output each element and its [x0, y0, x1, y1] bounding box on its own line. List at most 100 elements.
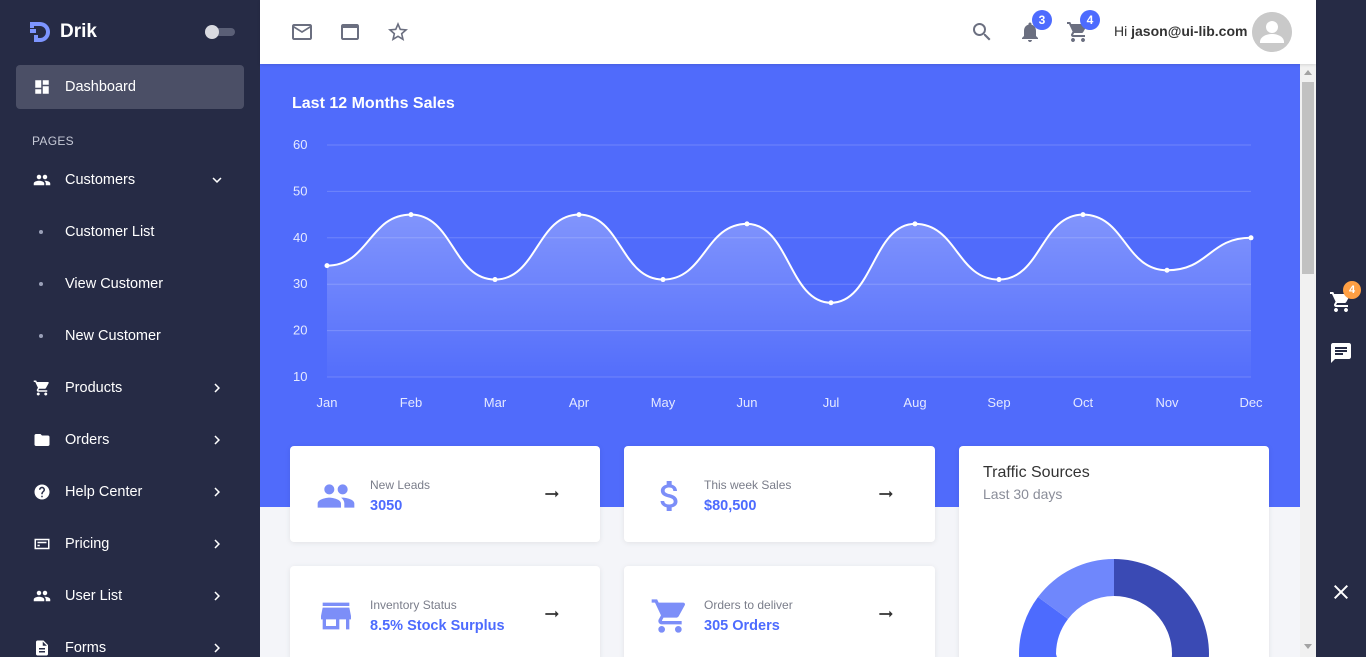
x-tick-label: Dec [1239, 395, 1263, 410]
x-tick-label: Nov [1155, 395, 1179, 410]
drik-logo-icon [30, 22, 50, 42]
web-asset-icon[interactable] [338, 20, 362, 44]
bullet-icon [39, 334, 43, 338]
people-icon [316, 476, 356, 516]
chart-data-point[interactable] [744, 221, 750, 227]
y-tick-label: 60 [293, 137, 307, 152]
stat-value: 305 Orders [704, 618, 780, 634]
stat-card-new-leads[interactable]: New Leads 3050 [290, 446, 600, 542]
dashboard-icon [33, 78, 51, 96]
stat-card-orders-deliver[interactable]: Orders to deliver 305 Orders [624, 566, 935, 657]
cart-badge: 4 [1080, 10, 1100, 30]
x-tick-label: Jul [823, 395, 840, 410]
stat-card-week-sales[interactable]: This week Sales $80,500 [624, 446, 935, 542]
sidebar-item-customers[interactable]: Customers [16, 158, 244, 202]
chart-area-fill [327, 214, 1251, 377]
stat-label: This week Sales [704, 478, 792, 492]
people-icon [33, 171, 51, 189]
arrow-right-icon[interactable] [876, 604, 896, 624]
chevron-down-icon [208, 171, 226, 189]
sidebar-item-label: Dashboard [65, 79, 136, 95]
theme-toggle[interactable] [205, 25, 235, 39]
store-icon [316, 596, 356, 636]
chart-data-point[interactable] [408, 212, 414, 218]
chevron-right-icon [208, 483, 226, 501]
y-tick-label: 20 [293, 323, 307, 338]
x-tick-label: Apr [569, 395, 590, 410]
subitem-label: New Customer [65, 328, 161, 344]
x-tick-label: Jan [317, 395, 338, 410]
donut-segment-1 [1114, 559, 1209, 654]
chart-data-point[interactable] [1080, 212, 1086, 218]
chart-data-point[interactable] [912, 221, 918, 227]
scroll-up-arrow-icon[interactable] [1304, 70, 1312, 75]
sidebar-item-label: Help Center [65, 484, 143, 500]
scroll-down-arrow-icon[interactable] [1304, 644, 1312, 649]
x-tick-label: Oct [1073, 395, 1094, 410]
x-tick-label: Feb [400, 395, 422, 410]
toggle-knob [205, 25, 219, 39]
arrow-right-icon[interactable] [542, 604, 562, 624]
rail-cart-badge: 4 [1343, 281, 1361, 299]
sidebar-subitem-new-customer[interactable]: New Customer [16, 316, 244, 356]
chart-data-point[interactable] [660, 277, 666, 283]
star-icon[interactable] [386, 20, 410, 44]
chart-data-point[interactable] [492, 277, 498, 283]
mail-icon[interactable] [290, 20, 314, 44]
main-scrollbar[interactable] [1300, 64, 1316, 657]
sidebar-item-pricing[interactable]: Pricing [16, 522, 244, 566]
brand[interactable]: Drik [28, 18, 97, 46]
sales-line-chart: 60 50 40 30 20 10 Jan Feb Mar Apr May Jun Jul Aug Sep… [293, 137, 1263, 410]
bullet-icon [39, 230, 43, 234]
sidebar-item-user-list[interactable]: User List [16, 574, 244, 618]
chat-icon[interactable] [1329, 341, 1353, 365]
avatar[interactable] [1252, 12, 1292, 52]
sidebar-item-orders[interactable]: Orders [16, 418, 244, 462]
dollar-icon [650, 476, 690, 516]
y-tick-label: 50 [293, 183, 307, 198]
stat-value: 8.5% Stock Surplus [370, 618, 505, 634]
y-tick-label: 30 [293, 276, 307, 291]
chevron-right-icon [208, 431, 226, 449]
chart-data-point[interactable] [996, 277, 1002, 283]
sidebar-item-products[interactable]: Products [16, 366, 244, 410]
top-header: 3 4 Hi jason@ui-lib.com [260, 0, 1316, 64]
greeting-prefix: Hi [1114, 23, 1128, 39]
traffic-donut-chart [1019, 559, 1209, 657]
arrow-right-icon[interactable] [542, 484, 562, 504]
arrow-right-icon[interactable] [876, 484, 896, 504]
sidebar-subitem-customer-list[interactable]: Customer List [16, 212, 244, 252]
stat-card-inventory[interactable]: Inventory Status 8.5% Stock Surplus [290, 566, 600, 657]
sidebar-item-label: Customers [65, 172, 136, 188]
people-icon [33, 587, 51, 605]
stat-label: Orders to deliver [704, 598, 793, 612]
search-icon[interactable] [970, 20, 994, 44]
sidebar: Drik Dashboard PAGES Customers Customer … [0, 0, 260, 657]
chart-data-point[interactable] [828, 300, 834, 306]
scroll-thumb[interactable] [1302, 82, 1314, 274]
sidebar-subitem-view-customer[interactable]: View Customer [16, 264, 244, 304]
chart-data-point[interactable] [576, 212, 582, 218]
section-label-pages: PAGES [32, 134, 74, 148]
user-email: jason@ui-lib.com [1131, 23, 1248, 39]
chart-data-point[interactable] [1248, 235, 1254, 241]
chevron-right-icon [208, 587, 226, 605]
x-tick-label: May [651, 395, 676, 410]
sidebar-item-label: Forms [65, 640, 107, 656]
sidebar-item-dashboard[interactable]: Dashboard [16, 65, 244, 109]
sidebar-item-help-center[interactable]: Help Center [16, 470, 244, 514]
traffic-sources-card: Traffic Sources Last 30 days [959, 446, 1269, 657]
chart-data-point[interactable] [1164, 267, 1170, 273]
right-rail: 4 [1316, 0, 1366, 657]
close-icon[interactable] [1329, 580, 1353, 604]
chevron-right-icon [208, 639, 226, 657]
sidebar-item-forms[interactable]: Forms [16, 626, 244, 657]
help-icon [33, 483, 51, 501]
chevron-right-icon [208, 379, 226, 397]
chart-data-point[interactable] [324, 263, 330, 269]
y-tick-label: 40 [293, 230, 307, 245]
y-tick-label: 10 [293, 369, 307, 384]
bullet-icon [39, 282, 43, 286]
stat-label: New Leads [370, 478, 431, 492]
sidebar-item-label: Pricing [65, 536, 110, 552]
